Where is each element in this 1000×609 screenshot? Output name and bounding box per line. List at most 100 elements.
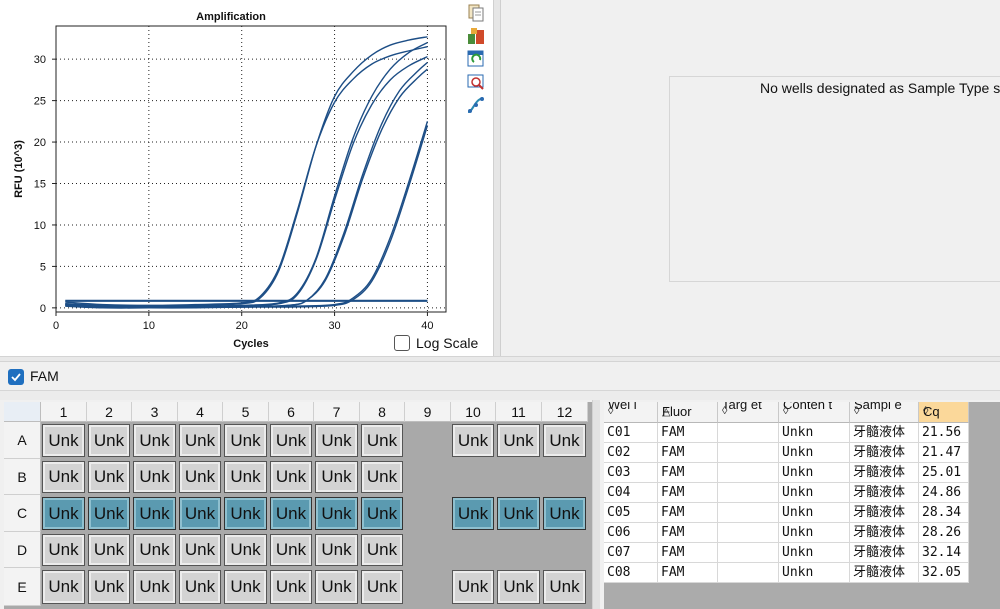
table-cell-fluor[interactable]: FAM: [658, 463, 718, 483]
table-cell-content[interactable]: Unkn: [779, 463, 850, 483]
plate-well[interactable]: Unk: [270, 424, 312, 457]
plate-well[interactable]: Unk: [361, 424, 403, 457]
sort-arrow-icon[interactable]: ◊: [923, 405, 965, 417]
table-cell-target[interactable]: [718, 543, 779, 563]
plate-well[interactable]: Unk: [133, 570, 176, 604]
plate-well[interactable]: Unk: [315, 497, 358, 530]
table-cell-target[interactable]: [718, 483, 779, 503]
plate-well[interactable]: Unk: [179, 424, 221, 457]
plate-well[interactable]: Unk: [179, 497, 221, 530]
table-cell-content[interactable]: Unkn: [779, 503, 850, 523]
table-cell-cq[interactable]: 21.56: [919, 423, 969, 443]
plate-well[interactable]: Unk: [497, 497, 540, 530]
table-cell-well[interactable]: C03: [604, 463, 658, 483]
plate-well[interactable]: Unk: [361, 534, 403, 566]
plate-well[interactable]: Unk: [133, 424, 176, 457]
plate-column-header[interactable]: 3: [132, 402, 178, 422]
column-header-content[interactable]: Conten t ◊: [779, 402, 850, 423]
table-cell-fluor[interactable]: FAM: [658, 523, 718, 543]
table-cell-content[interactable]: Unkn: [779, 443, 850, 463]
plate-row-header[interactable]: C: [4, 495, 41, 532]
plate-column-header[interactable]: 4: [178, 402, 223, 422]
plate-well[interactable]: Unk: [315, 570, 358, 604]
table-cell-content[interactable]: Unkn: [779, 523, 850, 543]
table-cell-fluor[interactable]: FAM: [658, 563, 718, 583]
column-header-well[interactable]: Wel l ◊: [604, 402, 658, 423]
plate-well[interactable]: Unk: [361, 570, 403, 604]
table-cell-fluor[interactable]: FAM: [658, 503, 718, 523]
copy-icon[interactable]: [465, 2, 487, 24]
column-header-cq[interactable]: Cq ◊: [919, 402, 969, 423]
plate-well[interactable]: Unk: [315, 534, 358, 566]
plate-well[interactable]: Unk: [315, 424, 358, 457]
table-cell-target[interactable]: [718, 423, 779, 443]
table-cell-well[interactable]: C07: [604, 543, 658, 563]
table-cell-fluor[interactable]: FAM: [658, 483, 718, 503]
plate-well[interactable]: Unk: [42, 534, 85, 566]
plate-column-header[interactable]: 2: [87, 402, 132, 422]
plate-well[interactable]: Unk: [270, 461, 312, 493]
plate-column-header[interactable]: 11: [496, 402, 542, 422]
sort-arrow-icon[interactable]: ◊: [783, 405, 846, 417]
export-icon[interactable]: [465, 25, 487, 47]
plate-well[interactable]: Unk: [224, 461, 267, 493]
plate-well[interactable]: Unk: [42, 497, 85, 530]
column-header-sample[interactable]: Sampl e ◊: [850, 402, 919, 423]
table-cell-well[interactable]: C08: [604, 563, 658, 583]
table-cell-sample[interactable]: 牙髓液体: [850, 563, 919, 583]
plate-well[interactable]: Unk: [497, 570, 540, 604]
plate-well[interactable]: Unk: [179, 570, 221, 604]
plate-well[interactable]: Unk: [224, 424, 267, 457]
plate-well[interactable]: Unk: [270, 534, 312, 566]
plate-column-header[interactable]: 1: [41, 402, 87, 422]
table-cell-cq[interactable]: 28.26: [919, 523, 969, 543]
plate-row-header[interactable]: B: [4, 459, 41, 495]
zoom-chart-icon[interactable]: [465, 71, 487, 93]
sort-arrow-icon[interactable]: ◊: [722, 405, 775, 417]
plate-well[interactable]: Unk: [452, 497, 494, 530]
table-cell-cq[interactable]: 32.14: [919, 543, 969, 563]
plate-column-header[interactable]: 5: [223, 402, 269, 422]
plate-well[interactable]: Unk: [88, 570, 130, 604]
plate-well[interactable]: Unk: [42, 461, 85, 493]
plate-well[interactable]: Unk: [88, 497, 130, 530]
plate-well[interactable]: Unk: [452, 424, 494, 457]
table-cell-cq[interactable]: 24.86: [919, 483, 969, 503]
plate-well[interactable]: Unk: [224, 497, 267, 530]
table-cell-cq[interactable]: 28.34: [919, 503, 969, 523]
table-cell-cq[interactable]: 25.01: [919, 463, 969, 483]
plate-column-header[interactable]: 10: [451, 402, 496, 422]
table-cell-well[interactable]: C06: [604, 523, 658, 543]
table-cell-content[interactable]: Unkn: [779, 483, 850, 503]
table-cell-well[interactable]: C04: [604, 483, 658, 503]
table-cell-content[interactable]: Unkn: [779, 543, 850, 563]
table-cell-sample[interactable]: 牙髓液体: [850, 483, 919, 503]
table-cell-sample[interactable]: 牙髓液体: [850, 523, 919, 543]
table-cell-sample[interactable]: 牙髓液体: [850, 543, 919, 563]
sort-arrow-icon[interactable]: ◊: [854, 405, 915, 417]
plate-well[interactable]: Unk: [224, 570, 267, 604]
plate-well[interactable]: Unk: [179, 534, 221, 566]
table-cell-cq[interactable]: 32.05: [919, 563, 969, 583]
table-cell-sample[interactable]: 牙髓液体: [850, 443, 919, 463]
table-cell-fluor[interactable]: FAM: [658, 423, 718, 443]
plate-column-header[interactable]: 9: [405, 402, 451, 422]
plate-well[interactable]: Unk: [315, 461, 358, 493]
plate-well[interactable]: Unk: [42, 424, 85, 457]
plate-well[interactable]: Unk: [543, 497, 586, 530]
sort-arrow-icon[interactable]: △: [662, 405, 714, 418]
table-splitter[interactable]: [592, 400, 600, 609]
plate-well[interactable]: Unk: [179, 461, 221, 493]
plate-well[interactable]: Unk: [133, 497, 176, 530]
plate-well[interactable]: Unk: [452, 570, 494, 604]
table-cell-fluor[interactable]: FAM: [658, 443, 718, 463]
plate-well[interactable]: Unk: [270, 570, 312, 604]
table-cell-well[interactable]: C01: [604, 423, 658, 443]
table-cell-fluor[interactable]: FAM: [658, 543, 718, 563]
plate-well[interactable]: Unk: [88, 461, 130, 493]
refresh-icon[interactable]: [465, 48, 487, 70]
table-cell-target[interactable]: [718, 563, 779, 583]
table-cell-sample[interactable]: 牙髓液体: [850, 503, 919, 523]
vertical-splitter[interactable]: [493, 0, 501, 356]
table-cell-well[interactable]: C02: [604, 443, 658, 463]
